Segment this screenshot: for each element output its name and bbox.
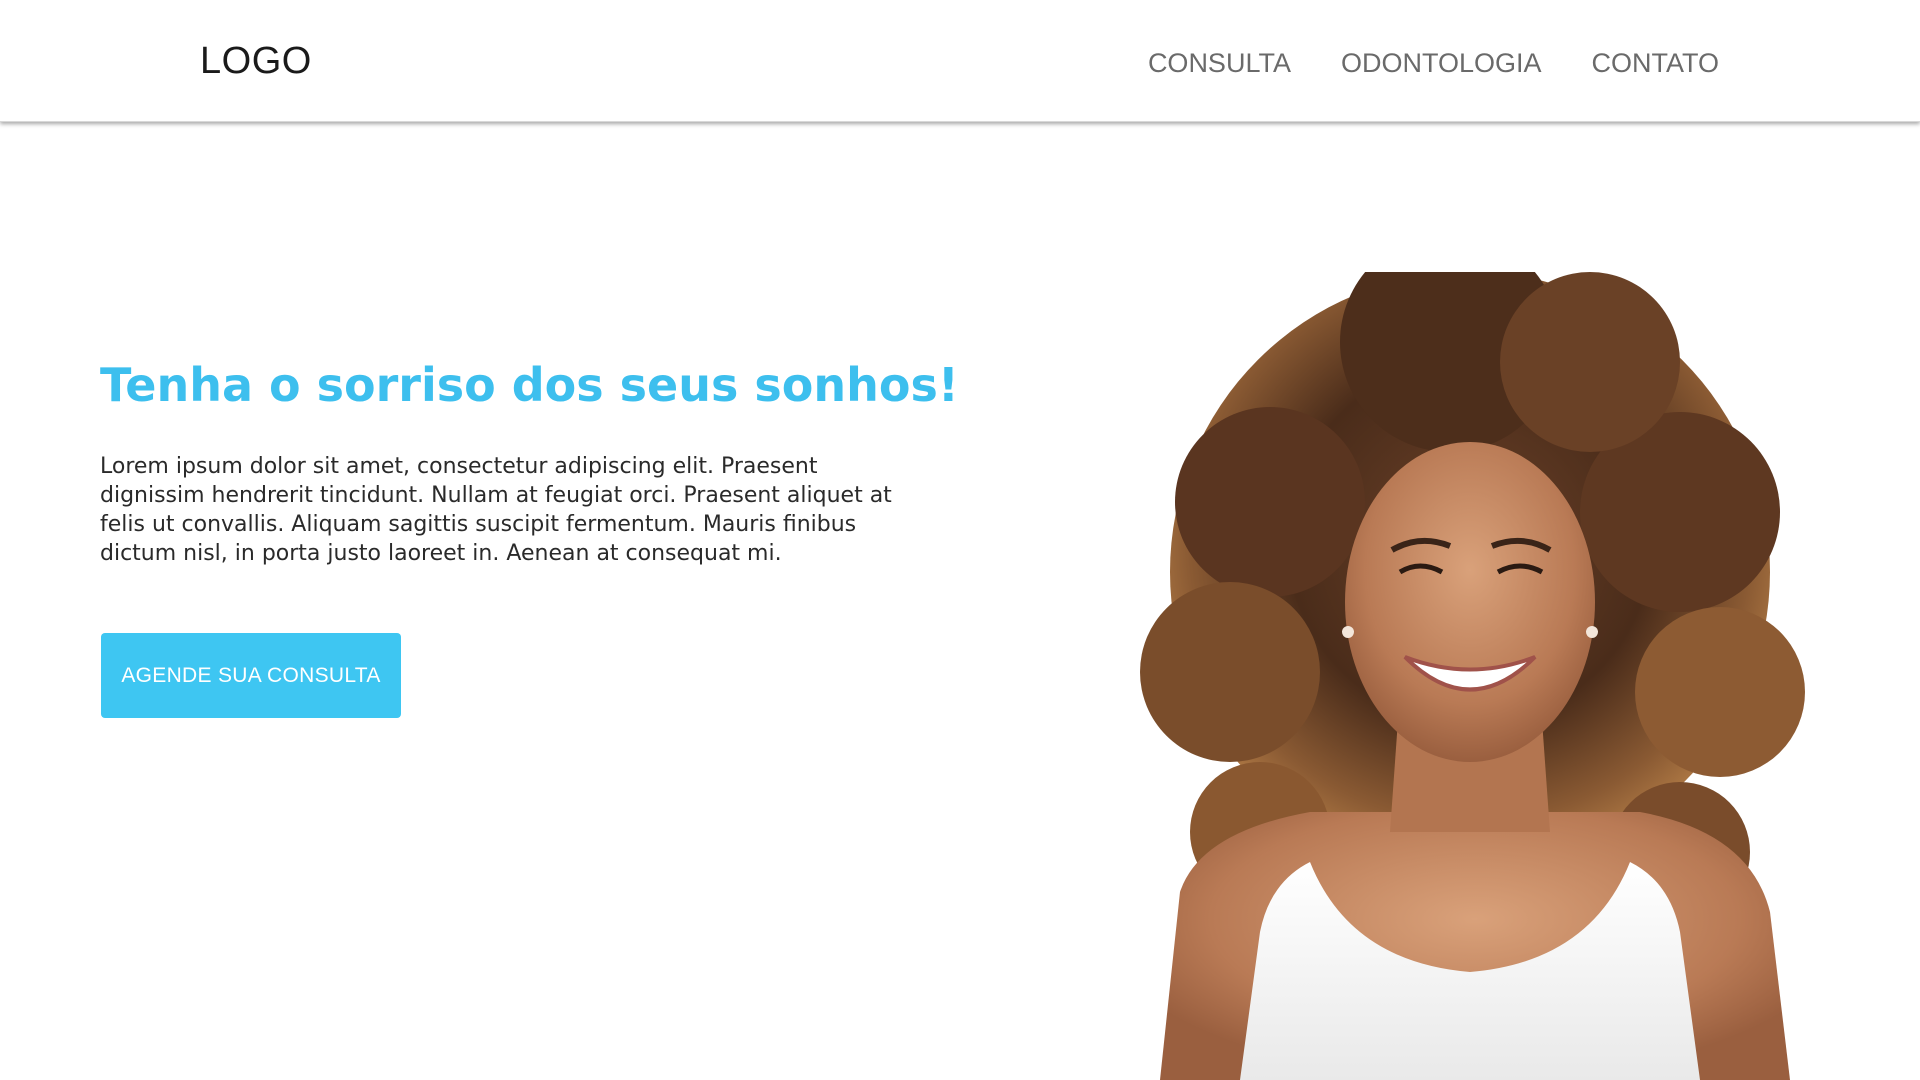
hero-portrait-image: [1140, 272, 1805, 1080]
nav-link-consulta[interactable]: CONSULTA: [1148, 48, 1291, 79]
main-nav: CONSULTA ODONTOLOGIA CONTATO: [1148, 48, 1719, 79]
hero-headline: Tenha o sorriso dos seus sonhos!: [100, 358, 959, 412]
nav-link-contato[interactable]: CONTATO: [1592, 48, 1720, 79]
nav-link-odontologia[interactable]: ODONTOLOGIA: [1341, 48, 1542, 79]
logo[interactable]: LOGO: [200, 40, 312, 83]
schedule-appointment-button[interactable]: AGENDE SUA CONSULTA: [101, 633, 401, 718]
site-header: LOGO CONSULTA ODONTOLOGIA CONTATO: [0, 0, 1920, 122]
hero-description: Lorem ipsum dolor sit amet, consectetur …: [100, 454, 892, 566]
hero-section: Tenha o sorriso dos seus sonhos! Lorem i…: [0, 122, 1920, 1080]
